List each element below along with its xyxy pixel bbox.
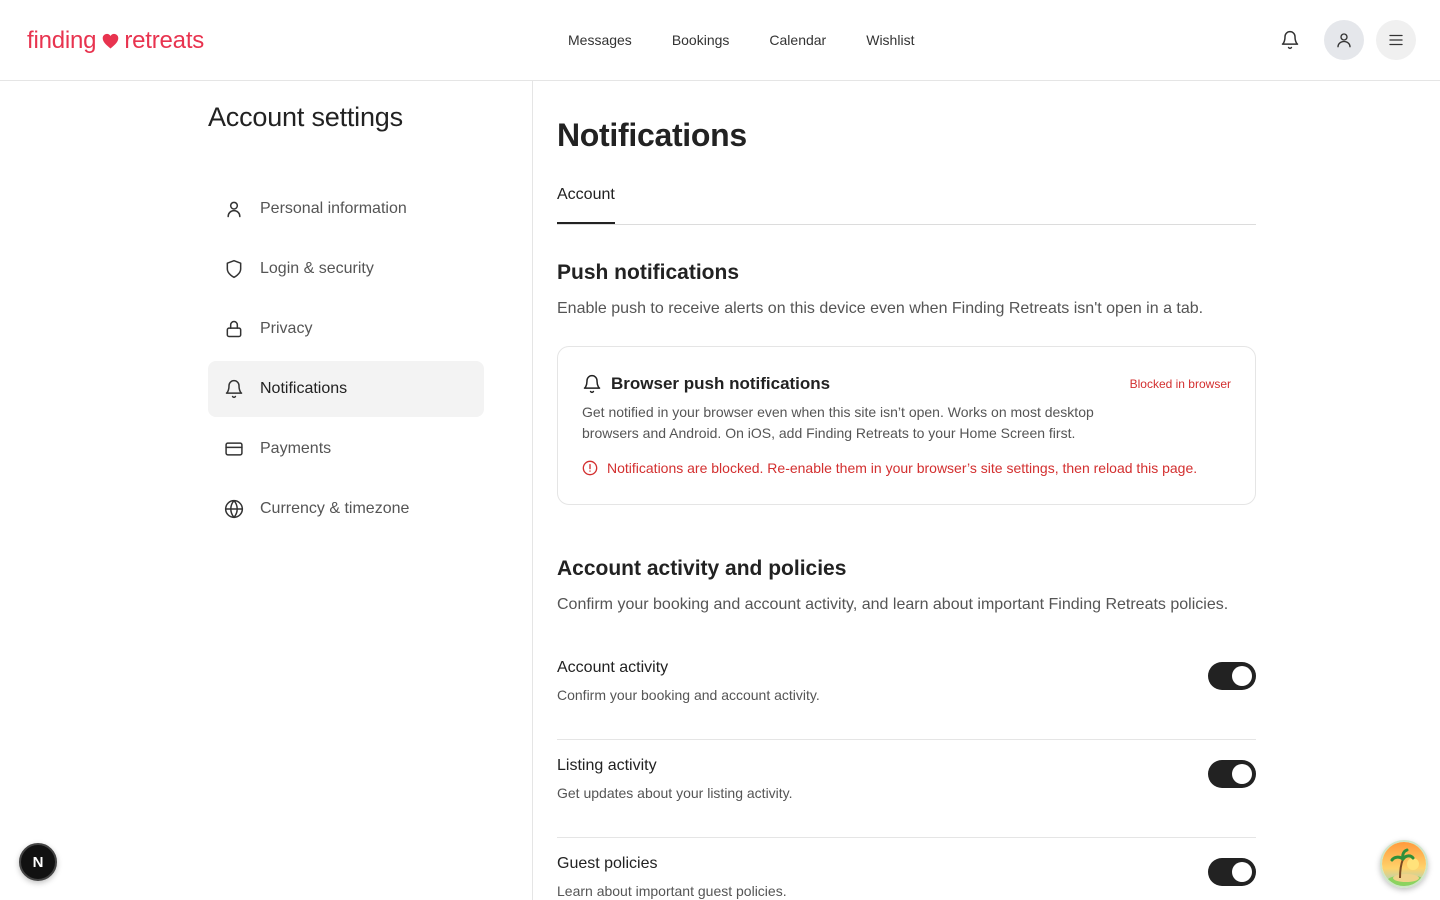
logo[interactable]: finding retreats (27, 26, 204, 56)
sidebar-item-label: Payments (260, 440, 332, 457)
credit-card-icon (223, 438, 245, 460)
setting-description: Learn about important guest policies. (557, 883, 787, 899)
profile-button[interactable] (1324, 20, 1364, 60)
setting-row-account-activity: Account activity Confirm your booking an… (557, 642, 1256, 740)
setting-name: Guest policies (557, 855, 658, 872)
bell-icon (1281, 30, 1299, 50)
notifications-button[interactable] (1270, 20, 1310, 60)
nav-messages[interactable]: Messages (568, 30, 632, 50)
tab-account[interactable]: Account (557, 185, 615, 224)
sidebar-title: Account settings (208, 102, 403, 132)
push-section-title: Push notifications (557, 261, 740, 284)
sidebar-item-label: Login & security (260, 260, 374, 277)
nav-bookings[interactable]: Bookings (672, 30, 730, 50)
setting-description: Get updates about your listing activity. (557, 785, 793, 801)
blocked-warning-text: Notifications are blocked. Re-enable the… (607, 460, 1198, 476)
nav-calendar[interactable]: Calendar (769, 30, 826, 50)
sidebar-item-notifications[interactable]: Notifications (208, 361, 484, 417)
top-header: finding retreats Messages Bookings Calen… (0, 0, 1440, 81)
account-activity-toggle[interactable] (1208, 662, 1256, 690)
sidebar-item-label: Personal information (260, 200, 407, 217)
toggle-knob (1232, 764, 1252, 784)
menu-icon (1389, 34, 1403, 46)
page-title: Notifications (557, 117, 747, 153)
sidebar-item-login-security[interactable]: Login & security (208, 241, 484, 297)
logo-text-retreats: retreats (124, 27, 205, 54)
nav-wishlist[interactable]: Wishlist (866, 30, 914, 50)
lock-icon (223, 318, 245, 340)
listing-activity-toggle[interactable] (1208, 760, 1256, 788)
push-card-header: Browser push notifications (582, 374, 830, 394)
shield-icon (223, 258, 245, 280)
toggle-knob (1232, 862, 1252, 882)
alert-circle-icon (582, 460, 598, 476)
activity-section-description: Confirm your booking and account activit… (557, 596, 1229, 613)
sidebar-divider (532, 81, 533, 900)
assistant-button[interactable] (1380, 840, 1428, 888)
status-badge: Blocked in browser (1129, 377, 1231, 391)
sidebar-item-label: Privacy (260, 320, 313, 337)
setting-row-listing-activity: Listing activity Get updates about your … (557, 740, 1256, 838)
main-menu-button[interactable] (1376, 20, 1416, 60)
logo-text-finding: finding (27, 27, 97, 54)
push-card-description: Get notified in your browser even when t… (582, 404, 1094, 441)
guest-policies-toggle[interactable] (1208, 858, 1256, 886)
sidebar-item-privacy[interactable]: Privacy (208, 301, 484, 357)
setting-name: Listing activity (557, 757, 657, 774)
activity-section-title: Account activity and policies (557, 557, 847, 580)
setting-name: Account activity (557, 659, 669, 676)
sidebar-item-personal-information[interactable]: Personal information (208, 181, 484, 237)
sidebar-item-label: Notifications (260, 380, 348, 397)
globe-icon (223, 498, 245, 520)
sidebar-item-currency-timezone[interactable]: Currency & timezone (208, 481, 484, 537)
sidebar-item-label: Currency & timezone (260, 500, 410, 517)
bell-icon (582, 374, 602, 394)
user-icon (1337, 33, 1351, 48)
palm-island-icon (1382, 842, 1426, 886)
settings-menu: Personal information Login & security Pr… (208, 181, 484, 541)
top-nav: Messages Bookings Calendar Wishlist (568, 30, 954, 50)
person-icon (223, 198, 245, 220)
push-section-description: Enable push to receive alerts on this de… (557, 300, 1204, 317)
setting-description: Confirm your booking and account activit… (557, 687, 820, 703)
blocked-warning: Notifications are blocked. Re-enable the… (582, 460, 1197, 476)
heart-icon (103, 33, 119, 49)
dev-tools-badge[interactable]: N (19, 843, 57, 881)
bell-icon (223, 378, 245, 400)
setting-row-guest-policies: Guest policies Learn about important gue… (557, 838, 1256, 900)
tab-bar: Account (557, 185, 1256, 225)
push-card-title: Browser push notifications (611, 374, 831, 393)
toggle-knob (1232, 666, 1252, 686)
browser-push-card: Browser push notifications Blocked in br… (557, 346, 1256, 505)
sidebar-item-payments[interactable]: Payments (208, 421, 484, 477)
